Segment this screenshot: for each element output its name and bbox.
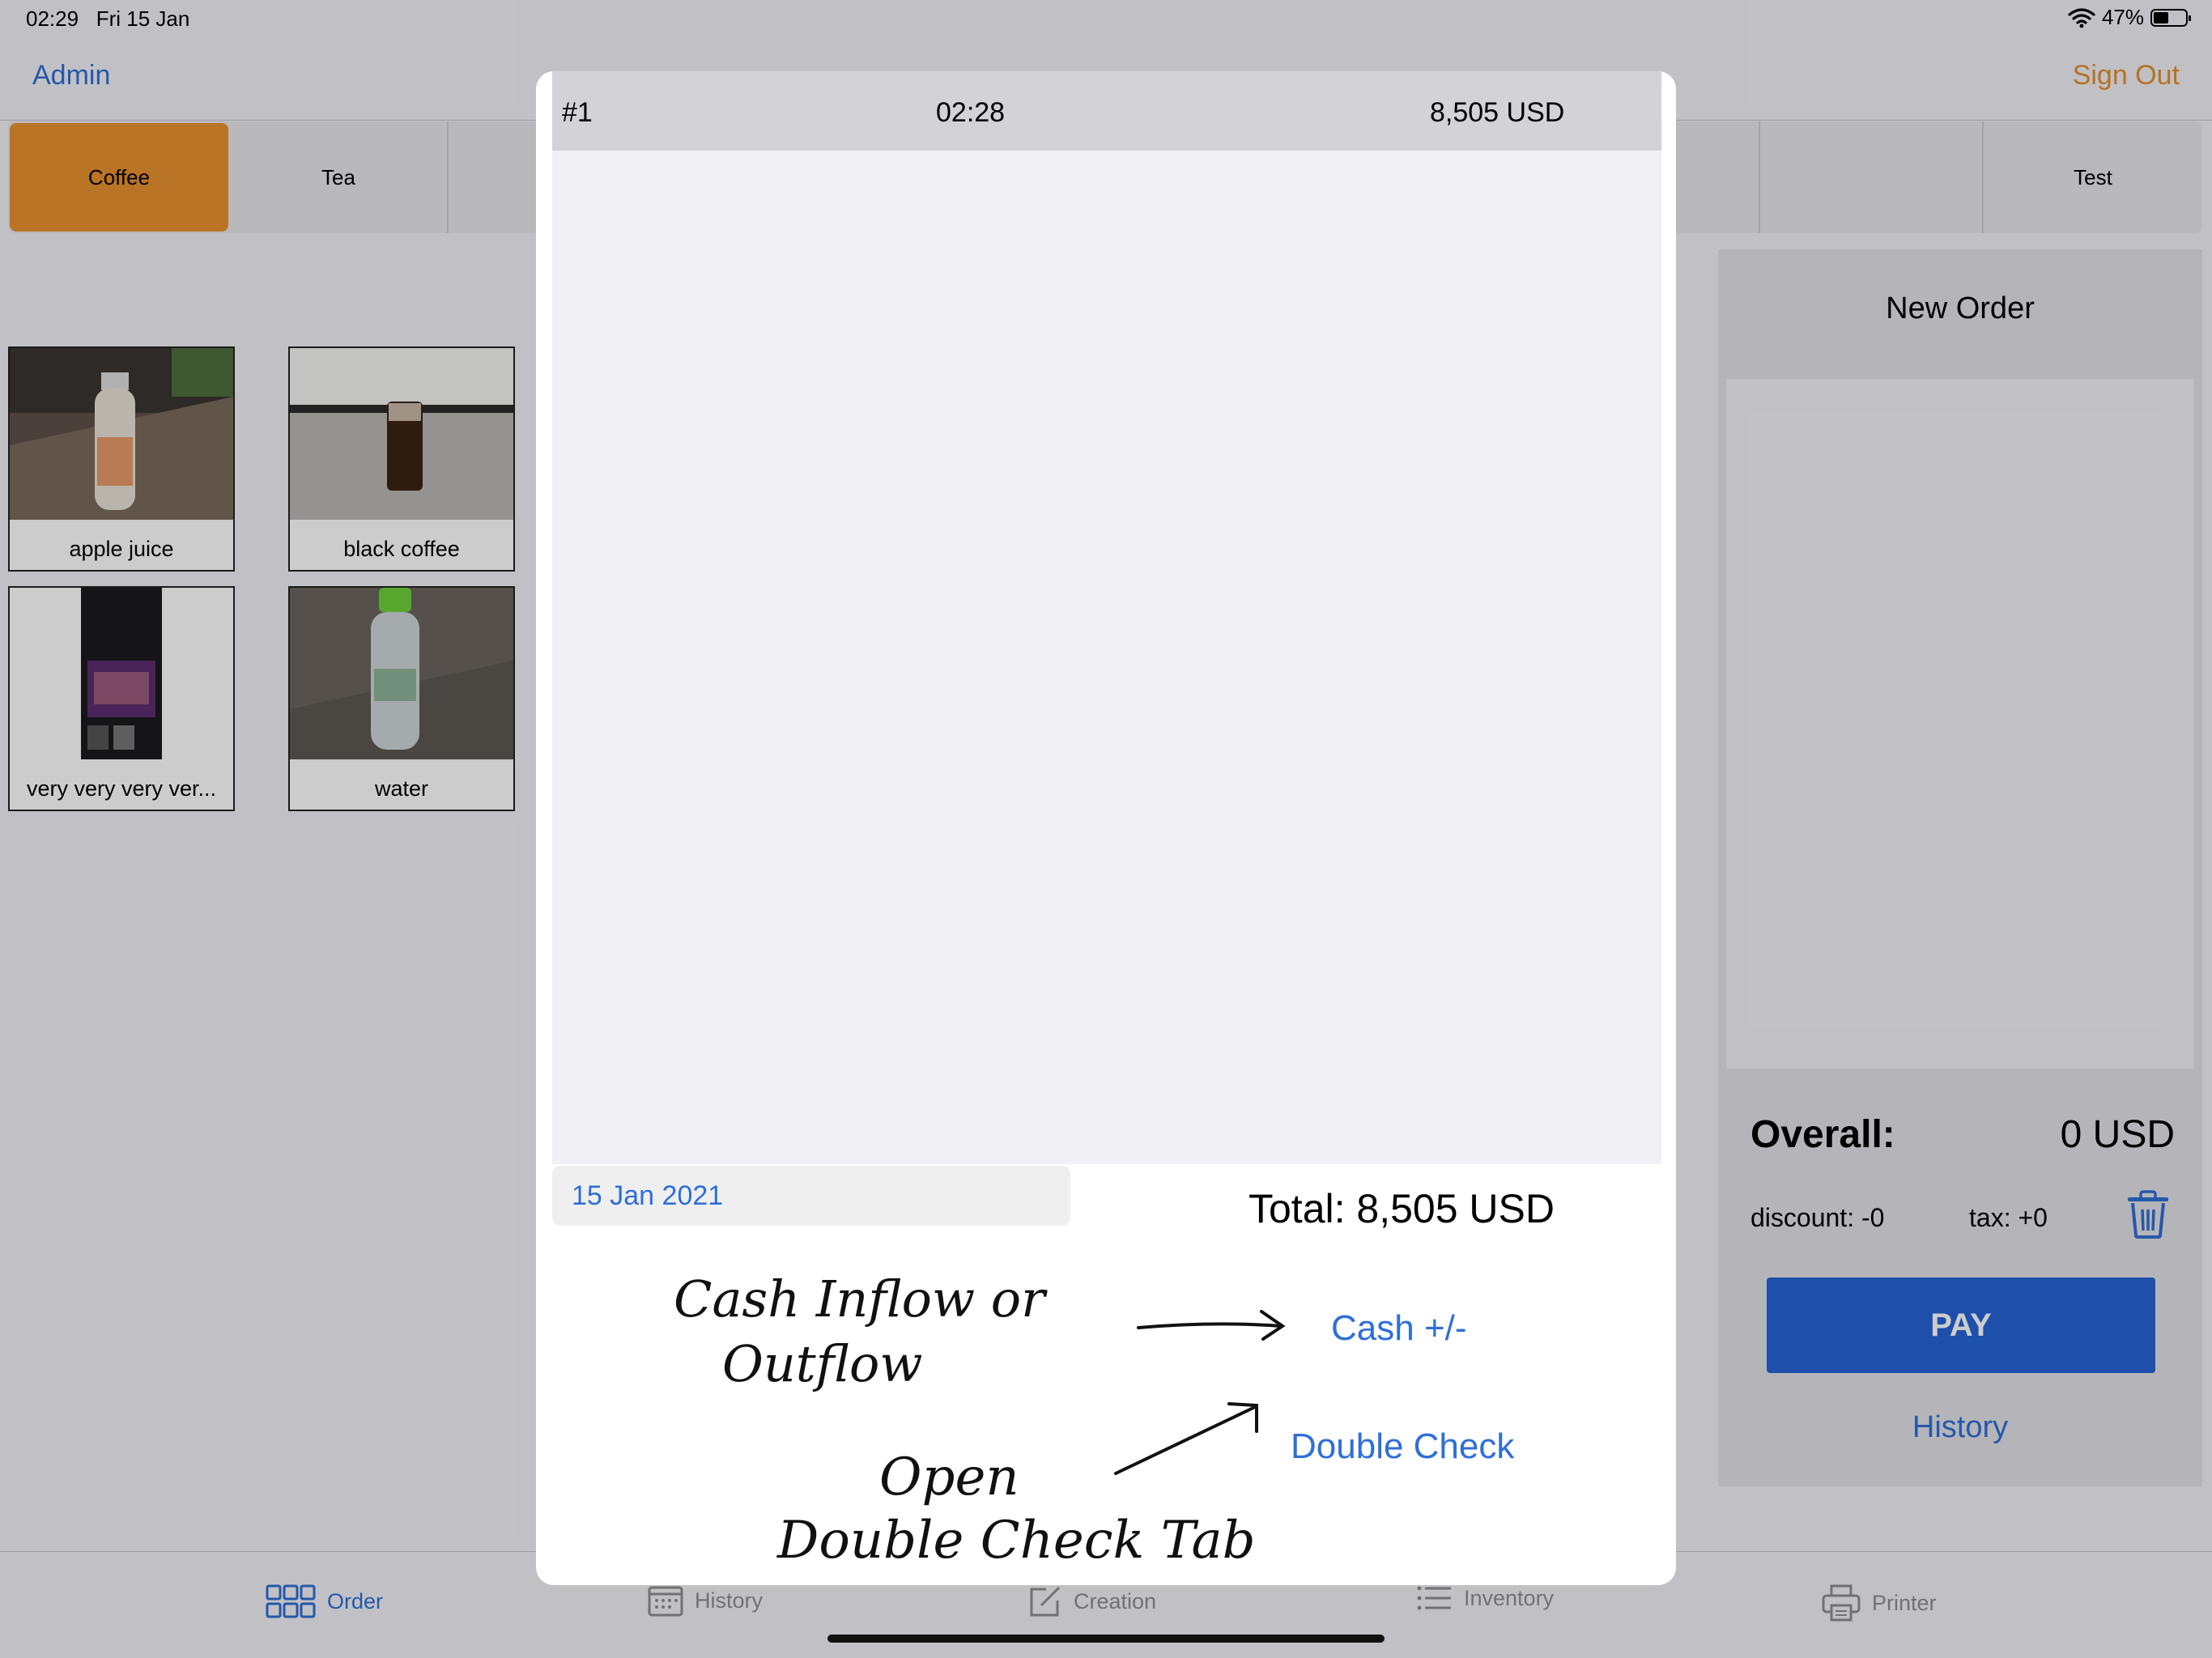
home-indicator — [827, 1635, 1385, 1643]
arrow-to-double-check — [1114, 1405, 1257, 1475]
order-total: Total: 8,505 USD — [1249, 1186, 1555, 1231]
order-header-total: 8,505 USD — [1430, 97, 1565, 128]
order-number: #1 — [562, 97, 593, 128]
order-detail-modal: #1 02:28 8,505 USD 15 Jan 2021 Total: 8,… — [536, 71, 1676, 1585]
annotation-cash-line2: Outflow — [722, 1334, 922, 1393]
order-time: 02:28 — [936, 97, 1006, 128]
double-check-button[interactable]: Double Check — [1291, 1426, 1514, 1467]
annotation-cash-line1: Cash Inflow or — [674, 1269, 1048, 1329]
annotation-double-line1: Open — [879, 1448, 1019, 1507]
arrow-to-cash — [1137, 1322, 1283, 1329]
order-detail-list[interactable] — [552, 151, 1661, 1164]
arrow-to-cash-head — [1260, 1310, 1286, 1341]
order-header-row[interactable]: #1 02:28 8,505 USD — [552, 71, 1661, 151]
cash-adjust-button[interactable]: Cash +/- — [1331, 1308, 1467, 1349]
date-picker-button[interactable]: 15 Jan 2021 — [552, 1166, 1070, 1226]
annotation-double-line2: Double Check Tab — [776, 1511, 1256, 1571]
arrow-to-double-check-head — [1227, 1402, 1258, 1433]
